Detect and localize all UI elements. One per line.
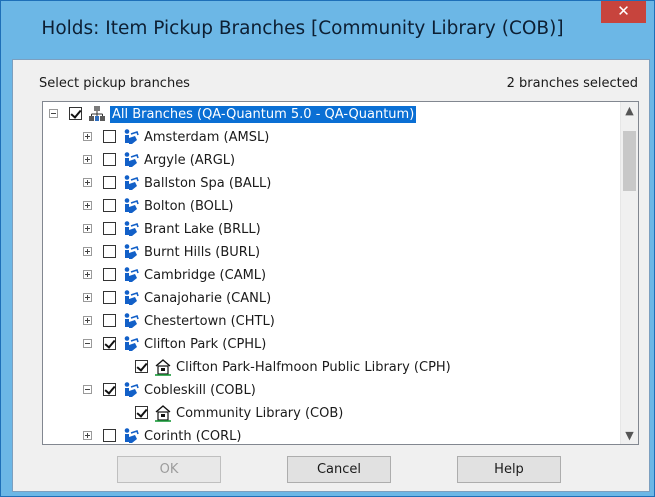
branch-label[interactable]: All Branches (QA-Quantum 5.0 - QA-Quantu… (110, 106, 417, 123)
tree-row[interactable]: Burnt Hills (BURL) (43, 241, 618, 264)
cancel-button[interactable]: Cancel (287, 456, 391, 483)
tree-row[interactable]: All Branches (QA-Quantum 5.0 - QA-Quantu… (43, 103, 618, 126)
branch-checkbox[interactable] (103, 130, 116, 143)
select-branches-label: Select pickup branches (39, 76, 190, 91)
branch-label[interactable]: Cobleskill (COBL) (144, 382, 256, 399)
scroll-up-icon[interactable]: ▲ (621, 102, 638, 119)
library-org-icon (122, 197, 140, 215)
branch-label[interactable]: Chestertown (CHTL) (144, 313, 275, 330)
expand-plus-icon[interactable] (83, 178, 92, 187)
tree-row[interactable]: Cambridge (CAML) (43, 264, 618, 287)
library-org-icon (122, 128, 140, 146)
expand-plus-icon[interactable] (83, 132, 92, 141)
library-org-icon (122, 427, 140, 444)
expand-plus-icon[interactable] (83, 155, 92, 164)
branch-checkbox[interactable] (69, 107, 82, 120)
branch-checkbox[interactable] (103, 383, 116, 396)
help-button[interactable]: Help (457, 456, 561, 483)
collapse-minus-icon[interactable] (83, 385, 92, 394)
expand-plus-icon[interactable] (83, 201, 92, 210)
library-org-icon (122, 266, 140, 284)
vertical-scrollbar[interactable]: ▲ ▼ (620, 102, 638, 444)
expand-plus-icon[interactable] (83, 431, 92, 440)
branch-label[interactable]: Community Library (COB) (176, 405, 343, 422)
branch-label[interactable]: Clifton Park (CPHL) (144, 336, 266, 353)
branch-label[interactable]: Clifton Park-Halfmoon Public Library (CP… (176, 359, 451, 376)
branch-checkbox[interactable] (135, 406, 148, 419)
holds-pickup-dialog: Holds: Item Pickup Branches [Community L… (0, 0, 655, 497)
branch-label[interactable]: Bolton (BOLL) (144, 198, 233, 215)
branch-checkbox[interactable] (103, 245, 116, 258)
branch-label[interactable]: Canajoharie (CANL) (144, 290, 271, 307)
branch-building-icon (154, 358, 172, 376)
branch-label[interactable]: Cambridge (CAML) (144, 267, 266, 284)
library-org-icon (122, 151, 140, 169)
selected-count-label: 2 branches selected (506, 76, 638, 91)
branch-checkbox[interactable] (103, 314, 116, 327)
library-org-icon (122, 220, 140, 238)
expand-plus-icon[interactable] (83, 293, 92, 302)
branch-label[interactable]: Corinth (CORL) (144, 428, 241, 444)
ok-button[interactable]: OK (117, 456, 221, 483)
tree-row[interactable]: Canajoharie (CANL) (43, 287, 618, 310)
title-bar[interactable]: Holds: Item Pickup Branches [Community L… (1, 1, 654, 59)
branch-tree[interactable]: All Branches (QA-Quantum 5.0 - QA-Quantu… (42, 101, 639, 445)
tree-row[interactable]: Clifton Park (CPHL) (43, 333, 618, 356)
branch-checkbox[interactable] (103, 268, 116, 281)
tree-row[interactable]: Argyle (ARGL) (43, 149, 618, 172)
library-org-icon (122, 381, 140, 399)
tree-row[interactable]: Brant Lake (BRLL) (43, 218, 618, 241)
expand-plus-icon[interactable] (83, 224, 92, 233)
library-org-icon (122, 174, 140, 192)
close-button[interactable]: ✕ (601, 1, 646, 23)
expand-plus-icon[interactable] (83, 270, 92, 279)
tree-row[interactable]: Ballston Spa (BALL) (43, 172, 618, 195)
network-icon (88, 105, 106, 123)
branch-checkbox[interactable] (103, 429, 116, 442)
dialog-body: Select pickup branches 2 branches select… (12, 59, 650, 492)
tree-row[interactable]: Cobleskill (COBL) (43, 379, 618, 402)
branch-label[interactable]: Argyle (ARGL) (144, 152, 235, 169)
scroll-thumb[interactable] (623, 131, 636, 191)
library-org-icon (122, 243, 140, 261)
library-org-icon (122, 289, 140, 307)
branch-label[interactable]: Ballston Spa (BALL) (144, 175, 271, 192)
library-org-icon (122, 312, 140, 330)
tree-row[interactable]: Amsterdam (AMSL) (43, 126, 618, 149)
branch-checkbox[interactable] (103, 337, 116, 350)
tree-row[interactable]: Bolton (BOLL) (43, 195, 618, 218)
tree-row[interactable]: Clifton Park-Halfmoon Public Library (CP… (43, 356, 618, 379)
expand-plus-icon[interactable] (83, 247, 92, 256)
branch-checkbox[interactable] (103, 153, 116, 166)
branch-checkbox[interactable] (135, 360, 148, 373)
tree-row[interactable]: Corinth (CORL) (43, 425, 618, 444)
collapse-minus-icon[interactable] (83, 339, 92, 348)
branch-checkbox[interactable] (103, 199, 116, 212)
branch-label[interactable]: Amsterdam (AMSL) (144, 129, 269, 146)
branch-label[interactable]: Brant Lake (BRLL) (144, 221, 261, 238)
branch-checkbox[interactable] (103, 222, 116, 235)
collapse-minus-icon[interactable] (49, 109, 58, 118)
scroll-down-icon[interactable]: ▼ (621, 427, 638, 444)
branch-checkbox[interactable] (103, 176, 116, 189)
branch-checkbox[interactable] (103, 291, 116, 304)
branch-label[interactable]: Burnt Hills (BURL) (144, 244, 260, 261)
window-title: Holds: Item Pickup Branches [Community L… (41, 18, 564, 39)
tree-row[interactable]: Chestertown (CHTL) (43, 310, 618, 333)
branch-building-icon (154, 404, 172, 422)
expand-plus-icon[interactable] (83, 316, 92, 325)
tree-row[interactable]: Community Library (COB) (43, 402, 618, 425)
library-org-icon (122, 335, 140, 353)
